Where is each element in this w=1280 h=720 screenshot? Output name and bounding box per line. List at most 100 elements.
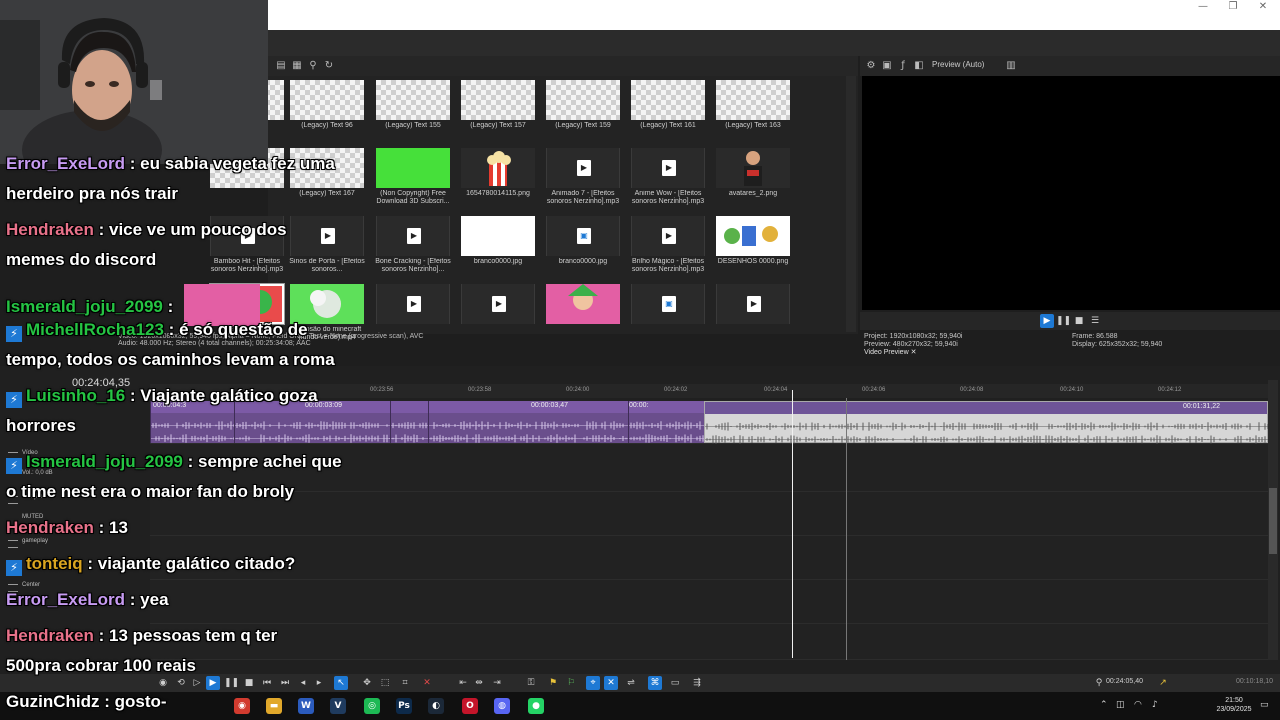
video-preview-tab[interactable]: Video Preview ✕ xyxy=(864,349,962,357)
media-tile[interactable]: ▶ xyxy=(712,280,794,344)
record-icon[interactable]: ◉ xyxy=(156,676,170,690)
trim-end-icon[interactable]: ⇥ xyxy=(490,676,504,690)
media-tile[interactable]: ▣ branco0000.jpg xyxy=(542,212,624,276)
media-tile-label: 1654780014115.png xyxy=(466,190,530,197)
auto-crossfade-icon[interactable]: ✕ xyxy=(604,676,618,690)
refresh-icon[interactable]: ↻ xyxy=(322,59,336,73)
trim-icon[interactable]: ⌗ xyxy=(398,676,412,690)
track-name[interactable]: gameplay xyxy=(22,538,48,544)
steam-icon[interactable]: ◐ xyxy=(428,698,444,714)
system-clock[interactable]: 21:50 23/09/2025 xyxy=(1212,696,1256,714)
word-icon[interactable]: W xyxy=(298,698,314,714)
pause-icon[interactable]: ❚❚ xyxy=(224,676,239,690)
media-file-icon: ▶ xyxy=(747,296,761,312)
playhead[interactable] xyxy=(792,390,793,658)
selected-audio-clip[interactable]: 00:01:31,22 xyxy=(704,401,1269,444)
play-icon[interactable]: ▶ xyxy=(206,676,220,690)
preview-stop-icon[interactable]: ■ xyxy=(1072,314,1086,328)
lock-icon[interactable]: ⚿ xyxy=(524,676,538,690)
envelope-tool-icon[interactable]: ✥ xyxy=(360,676,374,690)
vegas-icon[interactable]: V xyxy=(330,698,346,714)
go-end-icon[interactable]: ⏭ xyxy=(278,676,292,690)
split-icon[interactable]: ◧ xyxy=(912,59,926,73)
media-tile[interactable]: ▶ xyxy=(457,280,539,344)
media-tile[interactable]: (Legacy) Text 163 xyxy=(712,76,794,140)
overlays-icon[interactable]: ▥ xyxy=(1004,59,1018,73)
media-tile[interactable]: ▶ Anime Wow - [Efeitos sonoros Nerzinho].… xyxy=(627,144,709,208)
auto-ripple-icon[interactable]: ⇶ xyxy=(690,676,704,690)
media-tile[interactable]: avatares_2.png xyxy=(712,144,794,208)
fx-icon[interactable]: ƒ xyxy=(896,59,910,73)
prev-frame-icon[interactable]: ◂ xyxy=(296,676,310,690)
photoshop-icon[interactable]: Ps xyxy=(396,698,412,714)
waveform-svg xyxy=(151,421,235,430)
close-icon[interactable]: ✕ xyxy=(1248,0,1278,16)
media-tile[interactable] xyxy=(542,280,624,344)
discord-icon[interactable]: ◍ xyxy=(494,698,510,714)
selection-tool-icon[interactable]: ⬚ xyxy=(378,676,392,690)
media-tile[interactable]: (Legacy) Text 157 xyxy=(457,76,539,140)
transport-bar: ◉ ⟲ ▷ ▶ ❚❚ ■ ⏮ ⏭ ◂ ▸ ↖ ✥ ⬚ ⌗ ✕ ⇤ ⇹ ⇥ ⚿ ⚑… xyxy=(0,674,1280,692)
preview-menu-icon[interactable]: ☰ xyxy=(1088,314,1102,328)
loop-icon[interactable]: ⟲ xyxy=(174,676,188,690)
media-tile[interactable]: DESENHOS 0000.png xyxy=(712,212,794,276)
split-clip-icon[interactable]: ⇹ xyxy=(472,676,486,690)
media-tile[interactable]: (Non Copyright) Free Download 3D Subscri… xyxy=(372,144,454,208)
media-tile[interactable]: ▶ Bone Cracking - [Efeitos sonoros Nerzin… xyxy=(372,212,454,276)
view-icon[interactable]: ▤ xyxy=(274,59,288,73)
zoom-icon[interactable]: ⚲ xyxy=(306,59,320,73)
track-menu-icon[interactable] xyxy=(8,540,18,548)
wifi-icon[interactable]: ◠ xyxy=(1134,700,1142,710)
media-tile[interactable]: ▶ Sinos de Porta - [Efeitos sonoros... xyxy=(286,212,368,276)
ripple-icon[interactable]: ⇌ xyxy=(624,676,638,690)
chat-text: gosto- xyxy=(114,692,167,711)
minimize-icon[interactable]: — xyxy=(1188,0,1218,16)
media-tile-label: branco0000.jpg xyxy=(473,258,523,265)
preview-pause-icon[interactable]: ❚❚ xyxy=(1056,314,1071,328)
video-preview-screen xyxy=(862,76,1280,310)
audio-clip[interactable]: 00:00:03,47 xyxy=(428,401,629,443)
media-tile[interactable]: ▶ Animado 7 - [Efeitos sonoros Nerzinho].… xyxy=(542,144,624,208)
close-icon[interactable]: ✕ xyxy=(911,349,917,356)
timeline-scroll-thumb[interactable] xyxy=(1269,488,1277,554)
media-scrollbar[interactable] xyxy=(846,76,856,332)
network-icon[interactable]: ◫ xyxy=(1116,700,1125,710)
volume-icon[interactable]: ♪ xyxy=(1152,700,1158,710)
whatsapp-icon[interactable]: ● xyxy=(528,698,544,714)
grid-icon[interactable]: ▦ xyxy=(290,59,304,73)
stop-icon[interactable]: ■ xyxy=(242,676,256,690)
audio-clip[interactable]: 00:00: xyxy=(628,401,705,443)
audio-clip[interactable] xyxy=(390,401,429,443)
track-name[interactable]: Center xyxy=(22,582,40,588)
opera-icon[interactable]: O xyxy=(462,698,478,714)
trim-start-icon[interactable]: ⇤ xyxy=(456,676,470,690)
properties-icon[interactable]: ▣ xyxy=(880,59,894,73)
media-tile[interactable]: (Legacy) Text 96 xyxy=(286,76,368,140)
ignore-grouping-icon[interactable]: ▭ xyxy=(668,676,682,690)
marker-icon[interactable]: ⚑ xyxy=(546,676,560,690)
play-from-start-icon[interactable]: ▷ xyxy=(190,676,204,690)
media-tile[interactable]: branco0000.jpg xyxy=(457,212,539,276)
go-start-icon[interactable]: ⏮ xyxy=(260,676,274,690)
folder-icon[interactable]: ▬ xyxy=(266,698,282,714)
settings-icon[interactable]: ⚙ xyxy=(864,59,878,73)
media-tile[interactable]: ▶ Brilho Mágico - [Efeitos sonoros Nerzin… xyxy=(627,212,709,276)
media-tile[interactable]: (Legacy) Text 155 xyxy=(372,76,454,140)
media-tile[interactable]: ▣ xyxy=(627,280,709,344)
notification-icon[interactable]: ▭ xyxy=(1260,700,1269,710)
normal-edit-tool-icon[interactable]: ↖ xyxy=(334,676,348,690)
chrome-icon[interactable]: ◉ xyxy=(234,698,250,714)
maximize-icon[interactable]: ❐ xyxy=(1218,0,1248,16)
region-icon[interactable]: ⚐ xyxy=(564,676,578,690)
preview-play-icon[interactable]: ▶ xyxy=(1040,314,1054,328)
snapping-icon[interactable]: ⌖ xyxy=(586,676,600,690)
preview-quality-dropdown[interactable]: Preview (Auto) xyxy=(932,60,984,69)
next-frame-icon[interactable]: ▸ xyxy=(312,676,326,690)
spotify-icon[interactable]: ◎ xyxy=(364,698,380,714)
delete-icon[interactable]: ✕ xyxy=(420,676,434,690)
media-tile[interactable]: 1654780014115.png xyxy=(457,144,539,208)
tray-chevron-icon[interactable]: ⌃ xyxy=(1100,700,1108,710)
media-tile[interactable]: (Legacy) Text 161 xyxy=(627,76,709,140)
lock-envelopes-icon[interactable]: ⌘ xyxy=(648,676,662,690)
media-tile[interactable]: (Legacy) Text 159 xyxy=(542,76,624,140)
